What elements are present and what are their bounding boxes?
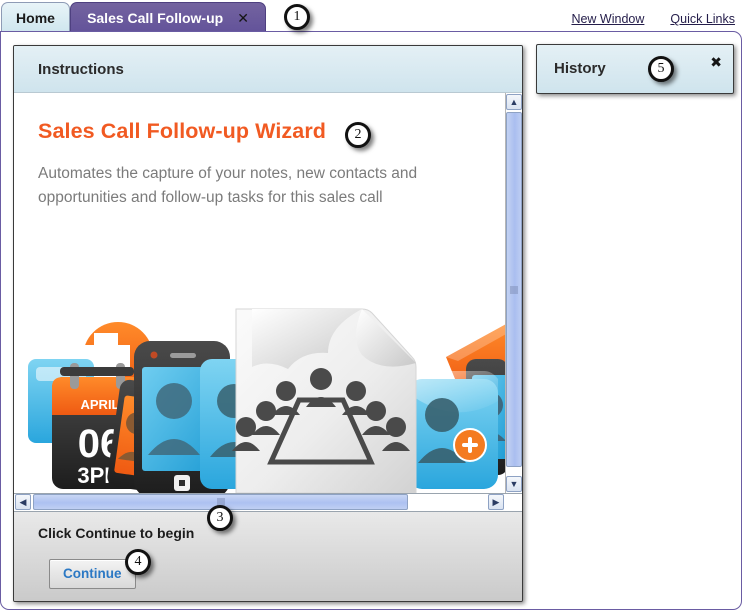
vertical-scroll-thumb[interactable]	[506, 112, 522, 467]
vertical-scrollbar[interactable]: ▲ ▼	[505, 93, 522, 493]
instructions-panel-header: Instructions	[14, 46, 522, 93]
close-icon[interactable]: ✕	[237, 11, 249, 25]
tab-home-label: Home	[16, 9, 55, 26]
callout-badge-2: 2	[345, 122, 371, 148]
scroll-up-icon[interactable]: ▲	[506, 94, 522, 110]
tab-home[interactable]: Home	[1, 2, 70, 32]
scroll-down-icon[interactable]: ▼	[506, 476, 522, 492]
scroll-right-icon[interactable]: ▶	[488, 494, 504, 510]
quick-links-link[interactable]: Quick Links	[670, 12, 735, 26]
footer-instruction-text: Click Continue to begin	[38, 525, 195, 541]
instructions-panel: Instructions Sales Call Follow-up Wizard…	[13, 45, 523, 602]
wizard-title: Sales Call Follow-up Wizard	[38, 119, 327, 143]
add-contact-card-icon	[408, 371, 498, 489]
app-window: Home Sales Call Follow-up ✕ New Window Q…	[0, 0, 744, 612]
sales-call-collage-illustration: APRIL 06 3PM	[14, 305, 505, 493]
continue-button[interactable]: Continue	[49, 559, 136, 589]
history-panel-title: History	[554, 60, 606, 77]
scroll-left-icon[interactable]: ◀	[15, 494, 31, 510]
instructions-panel-title: Instructions	[38, 60, 124, 78]
callout-badge-1: 1	[284, 4, 310, 30]
scrollbar-corner	[505, 494, 522, 510]
top-links: New Window Quick Links	[571, 12, 735, 26]
wizard-description: Automates the capture of your notes, new…	[38, 165, 418, 206]
close-icon[interactable]: ✖	[710, 55, 722, 69]
scroll-thumb-grip	[510, 286, 518, 293]
tab-sales-call-follow-up-label: Sales Call Follow-up	[87, 9, 224, 26]
document-meeting-icon	[232, 308, 417, 493]
instructions-content: Sales Call Follow-up Wizard Automates th…	[14, 93, 505, 493]
callout-badge-3: 3	[207, 505, 233, 531]
history-panel: History ✖	[536, 44, 734, 94]
instructions-panel-footer: Click Continue to begin Continue	[14, 512, 522, 601]
instructions-panel-body: Sales Call Follow-up Wizard Automates th…	[14, 93, 522, 494]
svg-text:APRIL: APRIL	[81, 397, 120, 412]
callout-badge-5: 5	[648, 56, 674, 82]
callout-badge-4: 4	[125, 549, 151, 575]
new-window-link[interactable]: New Window	[571, 12, 644, 26]
tab-sales-call-follow-up[interactable]: Sales Call Follow-up ✕	[70, 2, 266, 32]
horizontal-scrollbar[interactable]: ◀ ▶	[14, 494, 522, 512]
